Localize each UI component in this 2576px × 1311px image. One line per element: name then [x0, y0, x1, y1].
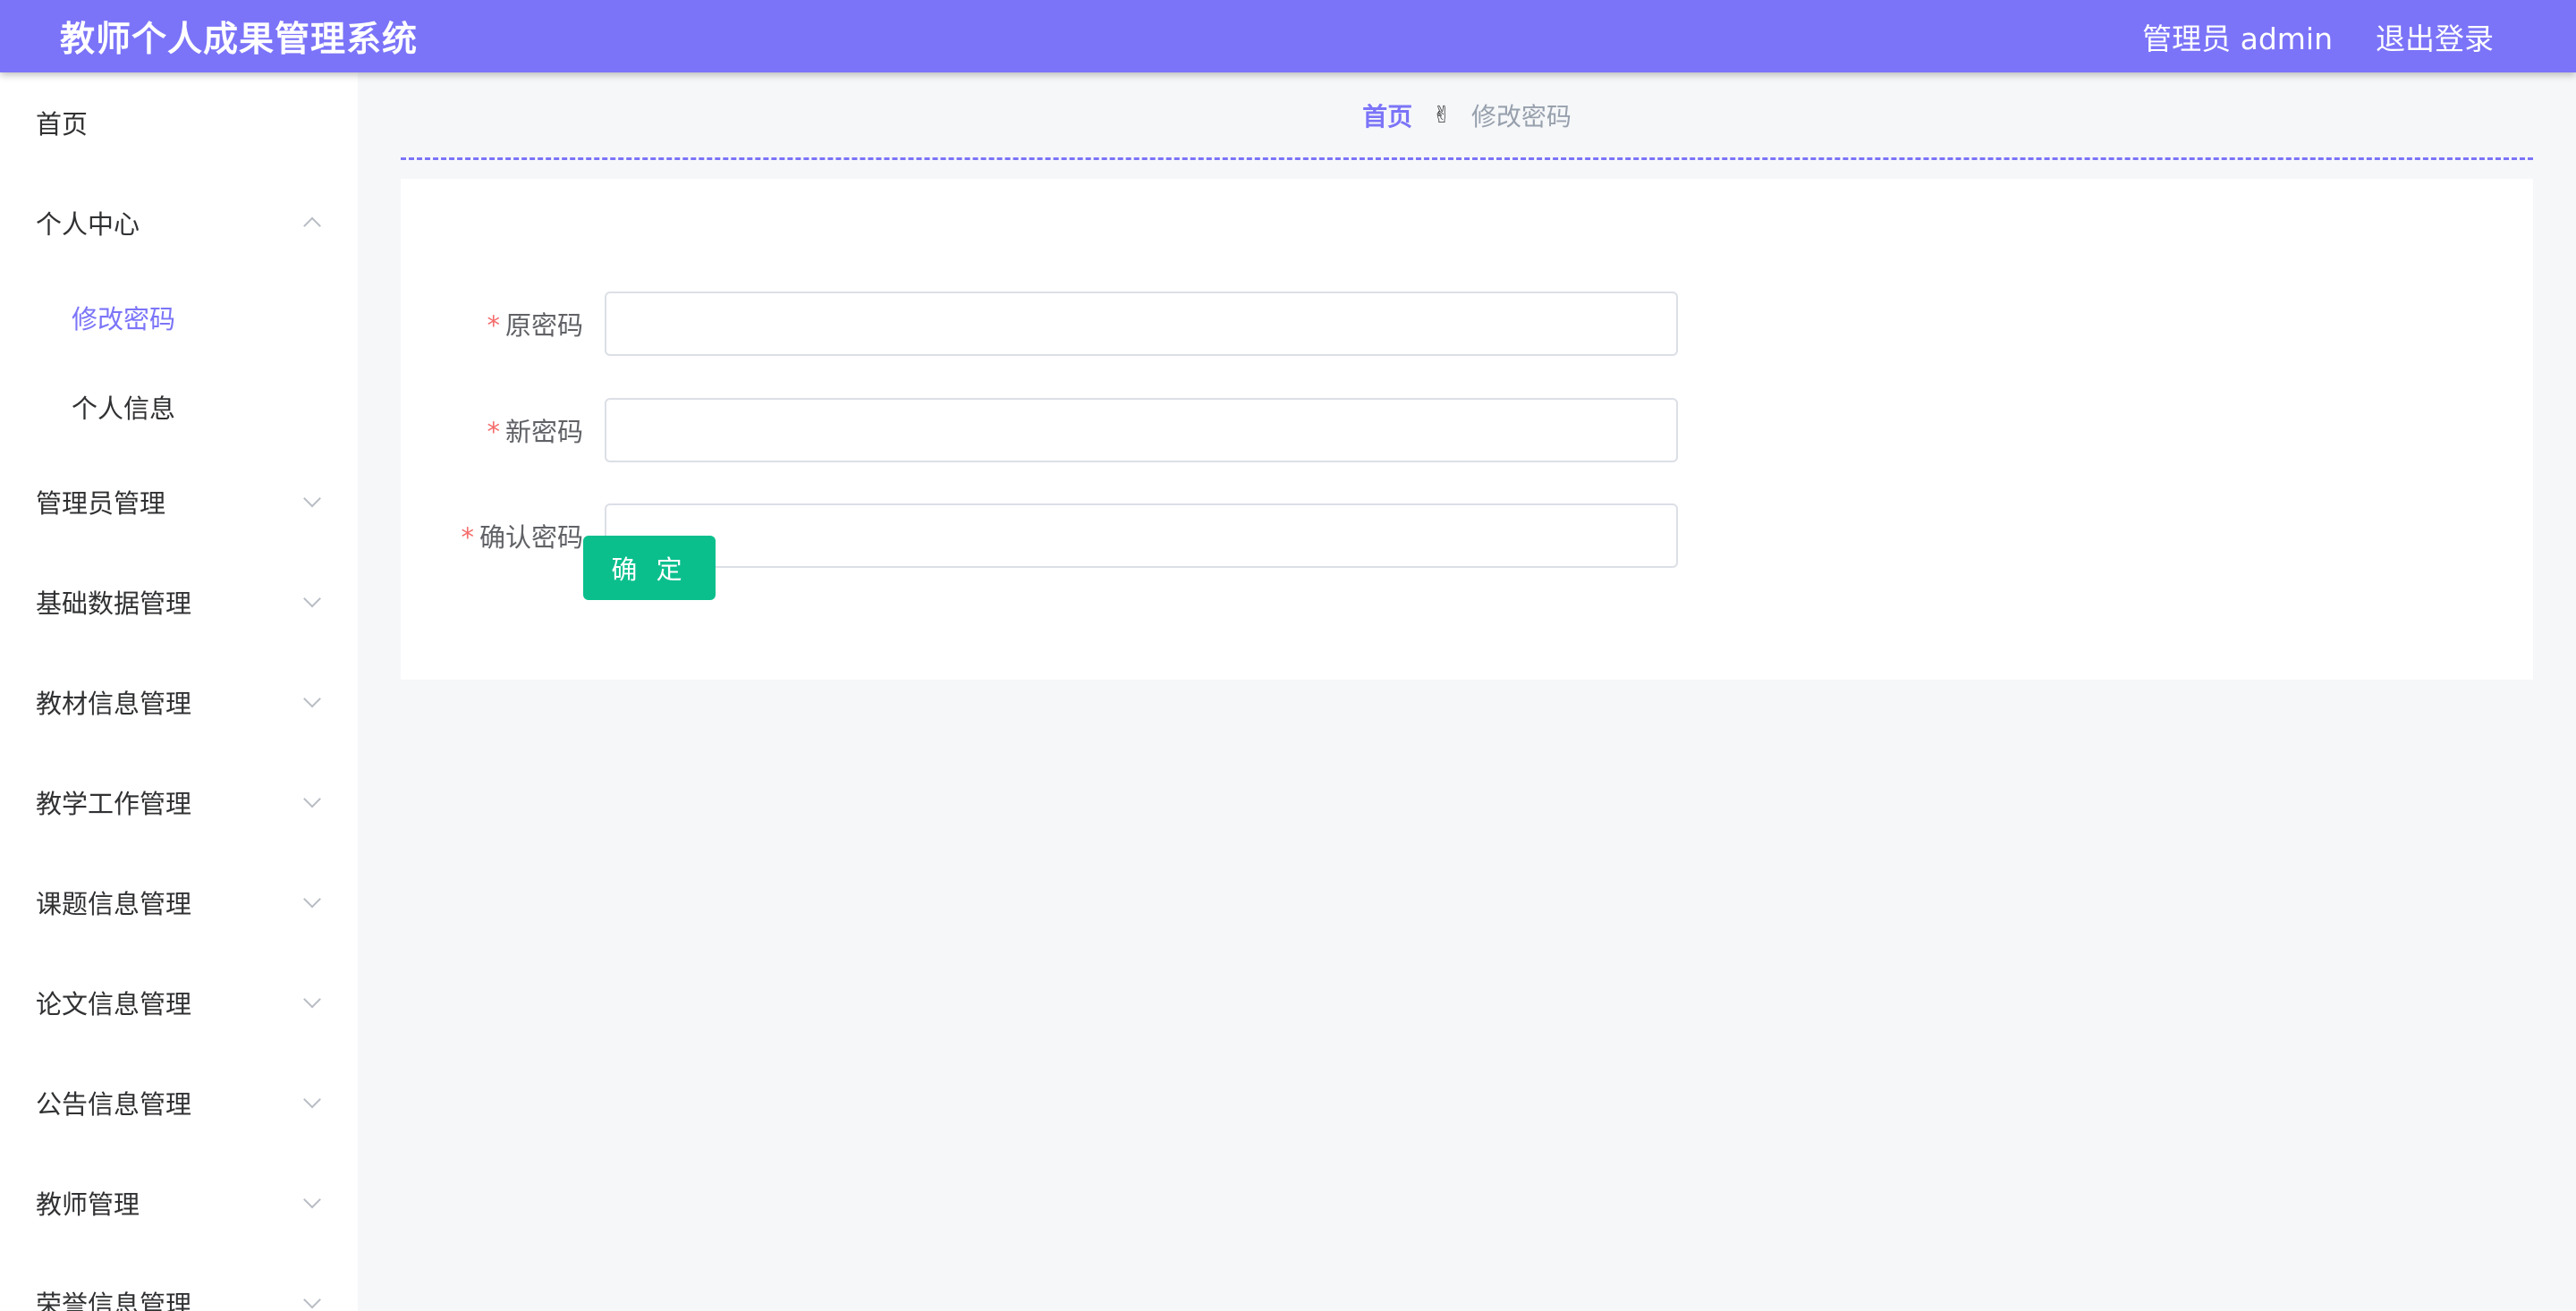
- sidebar-subitem-change-password[interactable]: 修改密码: [0, 273, 358, 362]
- top-header: 教师个人成果管理系统 管理员 admin 退出登录: [0, 0, 2576, 72]
- chevron-up-icon: [303, 216, 321, 235]
- confirm-password-input[interactable]: [605, 503, 1678, 568]
- chevron-down-icon: [303, 489, 321, 508]
- sidebar-item-project-info[interactable]: 课题信息管理: [0, 852, 358, 952]
- sidebar-item-personal-center[interactable]: 个人中心: [0, 173, 358, 273]
- sidebar-item-label: 荣誉信息管理: [36, 1290, 192, 1311]
- old-password-input[interactable]: [605, 292, 1678, 356]
- sidebar-item-label: 论文信息管理: [36, 989, 192, 1019]
- sidebar-item-label: 教师管理: [36, 1189, 140, 1220]
- field-label-text: 新密码: [504, 417, 583, 447]
- field-label-text: 确认密码: [479, 522, 583, 553]
- field-label-text: 原密码: [504, 310, 583, 341]
- form-row-new-password: * 新密码: [401, 398, 1678, 462]
- change-password-form: * 原密码 * 新密码 * 确认密码 确 定: [401, 179, 2533, 680]
- required-mark: *: [487, 417, 500, 447]
- chevron-down-icon: [303, 589, 321, 608]
- sidebar-item-paper-info[interactable]: 论文信息管理: [0, 952, 358, 1053]
- chevron-down-icon: [303, 790, 321, 808]
- sidebar-item-label: 个人信息: [72, 393, 176, 424]
- victory-hand-icon: ✌: [1432, 101, 1452, 129]
- header-actions: 管理员 admin 退出登录: [2142, 15, 2494, 58]
- breadcrumb: 首页 ✌ 修改密码: [401, 72, 2533, 160]
- sidebar-item-label: 教学工作管理: [36, 789, 192, 819]
- sidebar-item-basic-data[interactable]: 基础数据管理: [0, 552, 358, 652]
- current-user: 管理员 admin: [2142, 21, 2333, 56]
- required-mark: *: [461, 522, 474, 553]
- chevron-down-icon: [303, 1090, 321, 1109]
- sidebar: 首页 个人中心 修改密码 个人信息 管理员管理 基础数据管理 教材信息管理 教学…: [0, 72, 358, 1311]
- sidebar-item-teaching-work[interactable]: 教学工作管理: [0, 752, 358, 852]
- breadcrumb-current: 修改密码: [1470, 101, 1572, 131]
- chevron-down-icon: [303, 890, 321, 909]
- sidebar-item-label: 课题信息管理: [36, 889, 192, 919]
- sidebar-item-notice-info[interactable]: 公告信息管理: [0, 1053, 358, 1153]
- app-title: 教师个人成果管理系统: [60, 19, 419, 60]
- main-content: 首页 ✌ 修改密码 * 原密码 * 新密码 * 确认密码 确 定: [358, 72, 2576, 1311]
- sidebar-item-teacher-management[interactable]: 教师管理: [0, 1153, 358, 1253]
- sidebar-item-label: 修改密码: [72, 304, 176, 334]
- form-row-old-password: * 原密码: [401, 292, 1678, 356]
- sidebar-item-label: 公告信息管理: [36, 1089, 192, 1120]
- chevron-down-icon: [303, 990, 321, 1009]
- sidebar-item-label: 个人中心: [36, 209, 140, 240]
- old-password-label: * 原密码: [401, 305, 605, 343]
- logout-link[interactable]: 退出登录: [2376, 15, 2494, 58]
- new-password-input[interactable]: [605, 398, 1678, 462]
- new-password-label: * 新密码: [401, 411, 605, 449]
- sidebar-item-home[interactable]: 首页: [0, 72, 358, 173]
- sidebar-item-honor-info[interactable]: 荣誉信息管理: [0, 1253, 358, 1311]
- sidebar-subitem-personal-info[interactable]: 个人信息: [0, 362, 358, 452]
- sidebar-item-admin-management[interactable]: 管理员管理: [0, 452, 358, 552]
- confirm-button[interactable]: 确 定: [583, 536, 716, 600]
- sidebar-item-label: 管理员管理: [36, 488, 166, 519]
- confirm-password-label: * 确认密码: [401, 517, 605, 554]
- required-mark: *: [487, 310, 500, 341]
- sidebar-item-label: 首页: [36, 109, 89, 140]
- breadcrumb-home-link[interactable]: 首页: [1362, 97, 1412, 133]
- sidebar-item-textbook-info[interactable]: 教材信息管理: [0, 652, 358, 752]
- chevron-down-icon: [303, 1290, 321, 1309]
- sidebar-item-label: 基础数据管理: [36, 588, 192, 619]
- sidebar-item-label: 教材信息管理: [36, 689, 192, 719]
- chevron-down-icon: [303, 1190, 321, 1209]
- chevron-down-icon: [303, 689, 321, 708]
